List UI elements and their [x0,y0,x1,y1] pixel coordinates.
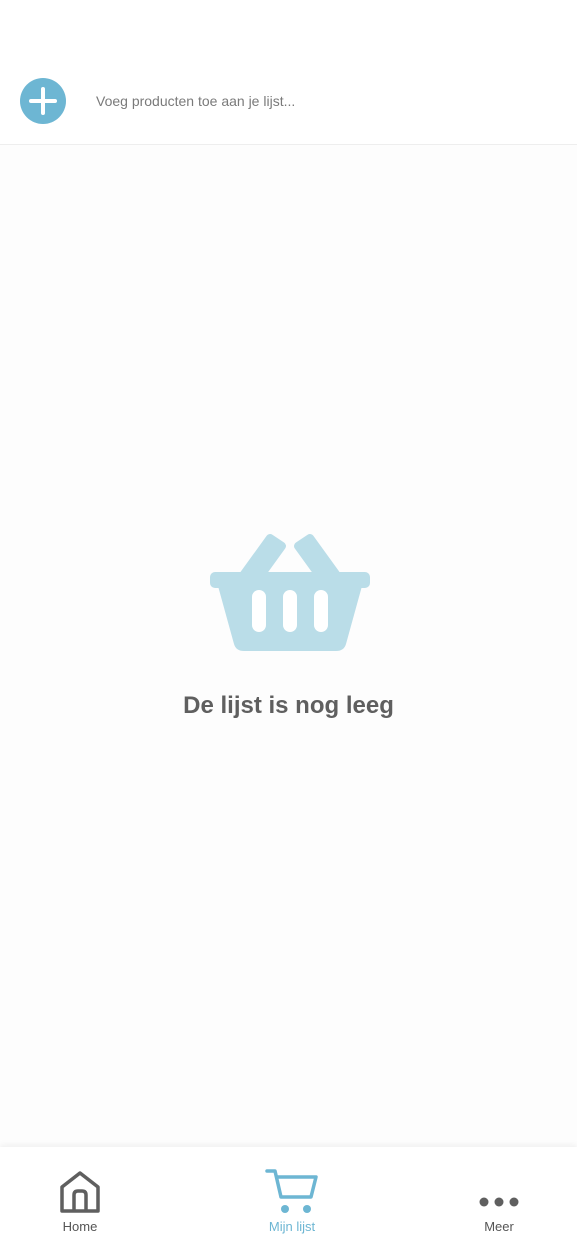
nav-item-home[interactable]: Home [20,1147,140,1257]
nav-label-home: Home [62,1219,98,1234]
nav-item-mijn-lijst[interactable]: Mijn lijst [232,1147,352,1257]
empty-state: De lijst is nog leeg [0,520,577,740]
add-product-button[interactable] [20,78,66,124]
nav-item-meer[interactable]: Meer [439,1147,559,1257]
cart-icon [265,1169,318,1213]
nav-label-mijn-lijst: Mijn lijst [268,1219,316,1234]
home-icon [60,1171,100,1213]
add-product-bar [0,0,577,145]
shopping-basket-icon [210,534,370,651]
shopping-list-screen: De lijst is nog leeg Home Mijn lijst [0,0,577,1257]
more-dots-icon [479,1197,519,1207]
add-product-input[interactable] [96,88,556,114]
bottom-navigation: Home Mijn lijst Meer [0,1147,577,1257]
empty-list-message: De lijst is nog leeg [183,692,394,719]
nav-label-meer: Meer [484,1219,514,1234]
